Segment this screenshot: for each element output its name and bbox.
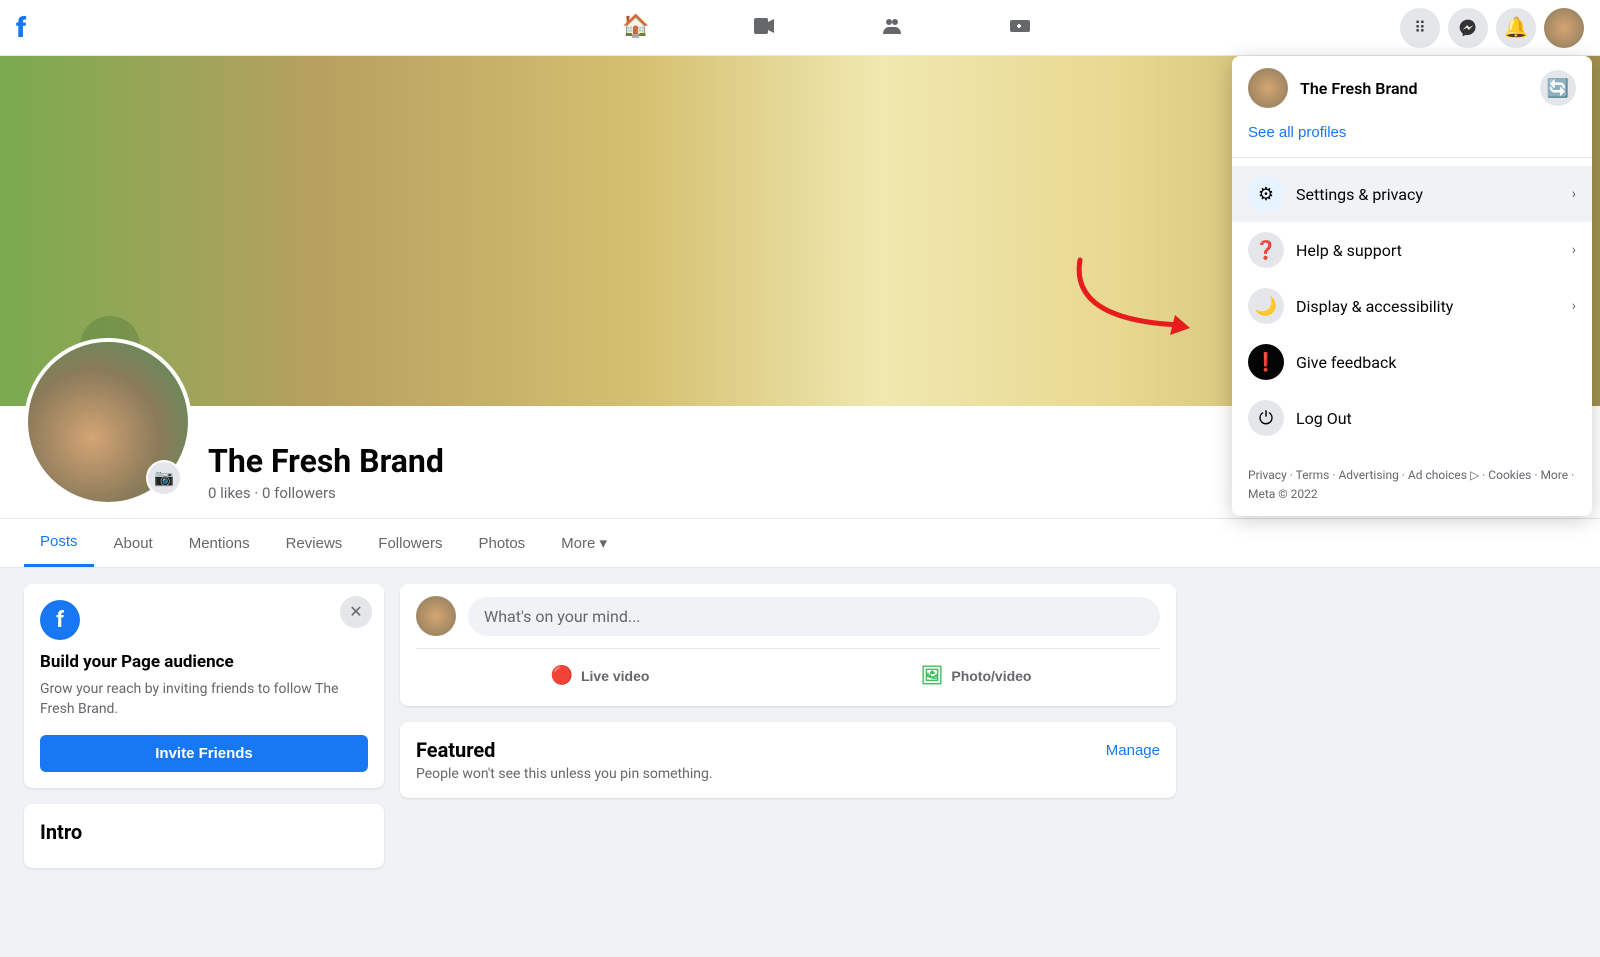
- dropdown-items: ⚙ Settings & privacy › ❓ Help & support …: [1232, 158, 1592, 454]
- dropdown-refresh-button[interactable]: 🔄: [1540, 70, 1576, 106]
- page-tabs: Posts About Mentions Reviews Followers P…: [0, 519, 1600, 568]
- tab-posts[interactable]: Posts: [24, 519, 94, 567]
- post-input-row: What's on your mind...: [416, 596, 1160, 636]
- main-content: ✕ f Build your Page audience Grow your r…: [0, 568, 1200, 900]
- footer-adchoices[interactable]: Ad choices ▷: [1408, 468, 1479, 482]
- live-icon: 🔴: [551, 665, 573, 686]
- dropdown-item-settings[interactable]: ⚙ Settings & privacy ›: [1232, 166, 1592, 222]
- footer-more[interactable]: More: [1540, 468, 1568, 482]
- tab-mentions[interactable]: Mentions: [173, 519, 266, 567]
- manage-featured-button[interactable]: Manage: [1106, 742, 1160, 759]
- profile-info: The Fresh Brand 0 likes · 0 followers: [208, 442, 1255, 518]
- help-chevron-icon: ›: [1572, 242, 1576, 258]
- featured-header: Featured Manage: [416, 738, 1160, 762]
- display-label: Display & accessibility: [1296, 297, 1560, 316]
- profile-avatar-button[interactable]: P: [1544, 8, 1584, 48]
- dropdown-footer: Privacy · Terms · Advertising · Ad choic…: [1232, 454, 1592, 516]
- messenger-button[interactable]: [1448, 8, 1488, 48]
- tab-followers[interactable]: Followers: [362, 519, 458, 567]
- logout-icon: ⏻: [1248, 400, 1284, 436]
- photo-label: Photo/video: [951, 668, 1031, 684]
- logout-label: Log Out: [1296, 409, 1576, 428]
- footer-cookies[interactable]: Cookies: [1488, 468, 1531, 482]
- dropdown-item-help[interactable]: ❓ Help & support ›: [1232, 222, 1592, 278]
- facebook-icon: f: [40, 600, 80, 640]
- post-avatar: [416, 596, 456, 636]
- settings-label: Settings & privacy: [1296, 185, 1560, 204]
- post-divider: [416, 648, 1160, 649]
- intro-card: Intro: [24, 804, 384, 868]
- dropdown-item-display[interactable]: 🌙 Display & accessibility ›: [1232, 278, 1592, 334]
- feedback-icon: ❗: [1248, 344, 1284, 380]
- dropdown-profile-row: The Fresh Brand 🔄: [1248, 68, 1576, 108]
- photo-video-button[interactable]: 🖼 Photo/video: [792, 657, 1160, 694]
- tab-more[interactable]: More ▾: [545, 519, 623, 567]
- featured-title: Featured: [416, 738, 495, 762]
- help-icon: ❓: [1248, 232, 1284, 268]
- build-audience-card: ✕ f Build your Page audience Grow your r…: [24, 584, 384, 788]
- dropdown-profile-section: The Fresh Brand 🔄 See all profiles: [1232, 56, 1592, 158]
- right-column: What's on your mind... 🔴 Live video 🖼 Ph…: [400, 584, 1176, 884]
- live-video-button[interactable]: 🔴 Live video: [416, 657, 784, 694]
- nav-logo: f: [16, 11, 256, 44]
- tab-photos[interactable]: Photos: [462, 519, 541, 567]
- see-all-profiles-button[interactable]: See all profiles: [1248, 120, 1346, 149]
- profile-stats: 0 likes · 0 followers: [208, 484, 1255, 502]
- left-column: ✕ f Build your Page audience Grow your r…: [24, 584, 384, 884]
- top-navigation: f 🏠 ⠿ 🔔 P: [0, 0, 1600, 56]
- post-box: What's on your mind... 🔴 Live video 🖼 Ph…: [400, 584, 1176, 706]
- nav-gaming-tab[interactable]: [960, 2, 1080, 54]
- display-icon: 🌙: [1248, 288, 1284, 324]
- build-card-title: Build your Page audience: [40, 652, 368, 672]
- footer-advertising[interactable]: Advertising: [1338, 468, 1398, 482]
- tab-reviews[interactable]: Reviews: [270, 519, 359, 567]
- footer-terms[interactable]: Terms: [1296, 468, 1330, 482]
- dropdown-profile-info: The Fresh Brand: [1248, 68, 1417, 108]
- featured-description: People won't see this unless you pin som…: [416, 766, 1160, 782]
- featured-card: Featured Manage People won't see this un…: [400, 722, 1176, 798]
- dropdown-item-logout[interactable]: ⏻ Log Out: [1232, 390, 1592, 446]
- dropdown-avatar: [1248, 68, 1288, 108]
- invite-friends-button[interactable]: Invite Friends: [40, 735, 368, 772]
- footer-meta: Meta © 2022: [1248, 487, 1318, 501]
- close-build-card-button[interactable]: ✕: [340, 596, 372, 628]
- nav-right-actions: ⠿ 🔔 P: [1400, 8, 1584, 48]
- notifications-button[interactable]: 🔔: [1496, 8, 1536, 48]
- nav-center-tabs: 🏠: [576, 2, 1080, 54]
- dropdown-item-feedback[interactable]: ❗ Give feedback: [1232, 334, 1592, 390]
- nav-video-tab[interactable]: [704, 2, 824, 54]
- display-chevron-icon: ›: [1572, 298, 1576, 314]
- apps-button[interactable]: ⠿: [1400, 8, 1440, 48]
- change-avatar-button[interactable]: 📷: [146, 460, 182, 496]
- dropdown-menu: The Fresh Brand 🔄 See all profiles ⚙ Set…: [1232, 56, 1592, 516]
- footer-privacy[interactable]: Privacy: [1248, 468, 1287, 482]
- page-title: The Fresh Brand: [208, 442, 1255, 480]
- build-card-description: Grow your reach by inviting friends to f…: [40, 680, 368, 719]
- tab-about[interactable]: About: [98, 519, 169, 567]
- post-input[interactable]: What's on your mind...: [468, 597, 1160, 636]
- post-actions: 🔴 Live video 🖼 Photo/video: [416, 657, 1160, 694]
- nav-home-tab[interactable]: 🏠: [576, 2, 696, 54]
- settings-chevron-icon: ›: [1572, 186, 1576, 202]
- photo-icon: 🖼: [921, 665, 944, 686]
- profile-avatar-wrapper: 📷: [24, 338, 192, 506]
- feedback-label: Give feedback: [1296, 353, 1576, 372]
- dropdown-profile-name: The Fresh Brand: [1300, 79, 1417, 98]
- live-label: Live video: [581, 668, 649, 684]
- settings-icon: ⚙: [1248, 176, 1284, 212]
- nav-groups-tab[interactable]: [832, 2, 952, 54]
- help-label: Help & support: [1296, 241, 1560, 260]
- intro-title: Intro: [40, 820, 368, 844]
